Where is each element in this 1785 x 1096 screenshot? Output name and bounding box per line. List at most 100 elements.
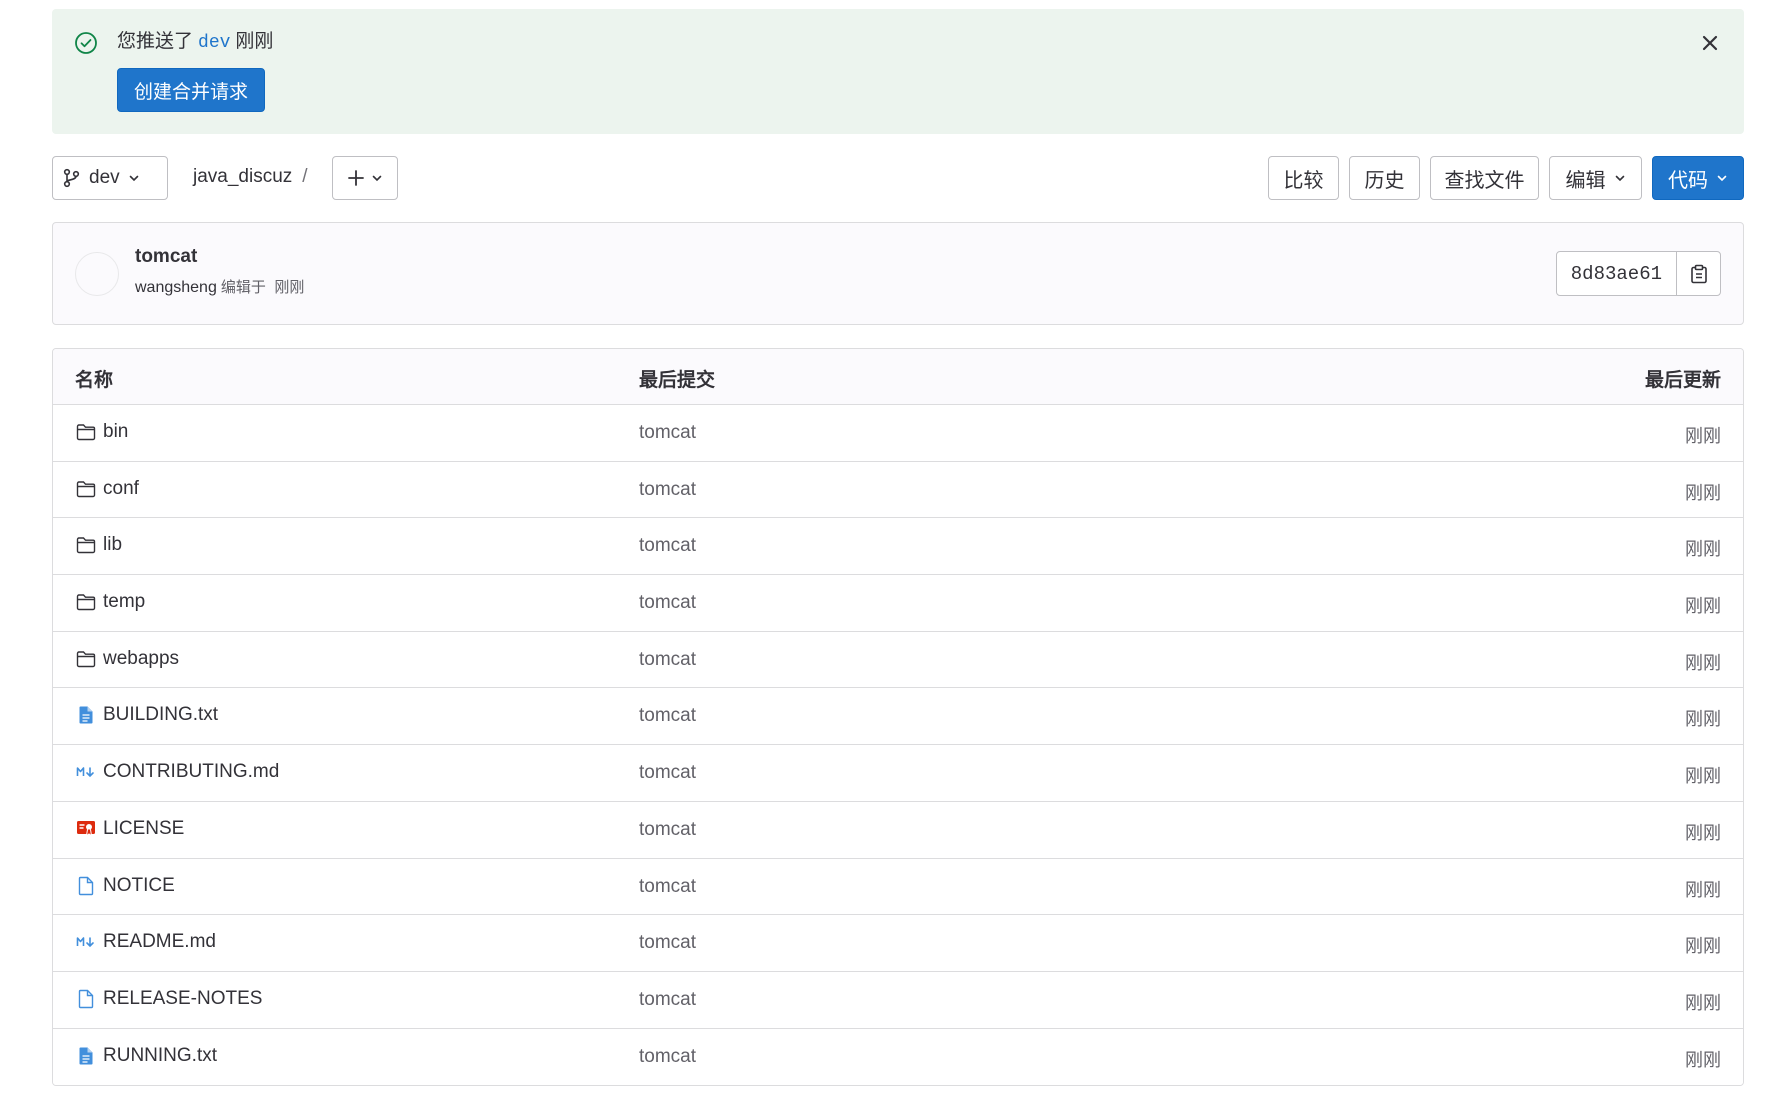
commit-message-link[interactable]: tomcat [639, 592, 696, 614]
header-last-commit: 最后提交 [639, 370, 716, 391]
last-update-time: 刚刚 [1685, 936, 1721, 957]
branch-selector[interactable]: dev [52, 156, 168, 200]
file-name-link[interactable]: RELEASE-NOTES [75, 988, 262, 1010]
last-update-time: 刚刚 [1685, 426, 1721, 446]
file-name-link[interactable]: lib [75, 534, 122, 556]
plus-icon [348, 170, 364, 186]
file-name: LICENSE [103, 817, 185, 839]
file-name: bin [103, 421, 129, 442]
commit-message-link[interactable]: tomcat [639, 705, 696, 727]
folder-icon [75, 421, 97, 443]
table-row[interactable]: README.md tomcat 刚刚 [53, 915, 1743, 972]
copy-clipboard-icon [1690, 264, 1707, 283]
table-row[interactable]: webapps tomcat 刚刚 [53, 631, 1743, 689]
last-update-time: 刚刚 [1685, 879, 1721, 900]
file-name-link[interactable]: LICENSE [75, 818, 184, 840]
chevron-down-icon [129, 175, 138, 182]
commit-message-link[interactable]: tomcat [639, 819, 696, 841]
commit-message-link[interactable]: tomcat [639, 932, 696, 954]
commit-message-link[interactable]: tomcat [639, 422, 696, 444]
push-time: 刚刚 [235, 31, 274, 52]
repo-toolbar: dev java_discuz / 比较 历史 查找文件 编辑 代码 [52, 156, 1744, 201]
table-row[interactable]: RELEASE-NOTES tomcat 刚刚 [53, 971, 1743, 1029]
file-tree-table: 名称 最后提交 最后更新 bin tomcat 刚刚 conf tomcat 刚刚 lib t… [52, 348, 1744, 1087]
copy-sha-button[interactable] [1677, 252, 1720, 295]
add-to-tree-button[interactable] [332, 156, 398, 200]
table-row[interactable]: bin tomcat 刚刚 [53, 405, 1743, 462]
commit-author[interactable]: wangsheng [135, 279, 217, 296]
file-name-link[interactable]: temp [75, 591, 145, 613]
edit-dropdown-button[interactable]: 编辑 [1549, 156, 1642, 200]
history-button[interactable]: 历史 [1349, 156, 1420, 200]
table-row[interactable]: NOTICE tomcat 刚刚 [53, 858, 1743, 916]
check-circle-icon [75, 32, 97, 54]
commit-action: 编辑于 [220, 279, 266, 296]
last-update-time: 刚刚 [1685, 822, 1721, 843]
breadcrumb: java_discuz / [193, 166, 308, 188]
file-name-link[interactable]: BUILDING.txt [75, 704, 218, 726]
file-name-link[interactable]: NOTICE [75, 875, 175, 897]
commit-message-link[interactable]: tomcat [639, 535, 696, 557]
last-update-time: 刚刚 [1685, 1049, 1721, 1070]
table-row[interactable]: CONTRIBUTING.md tomcat 刚刚 [53, 745, 1743, 802]
push-message-prefix: 您推送了 [117, 31, 194, 52]
commit-title[interactable]: tomcat [135, 246, 197, 268]
commit-message-link[interactable]: tomcat [639, 649, 696, 671]
commit-message-link[interactable]: tomcat [639, 762, 696, 784]
last-update-time: 刚刚 [1685, 652, 1721, 673]
table-row[interactable]: lib tomcat 刚刚 [53, 518, 1743, 576]
pushed-branch-link[interactable]: dev [198, 33, 230, 53]
file-name-link[interactable]: RUNNING.txt [75, 1045, 217, 1067]
table-row[interactable]: conf tomcat 刚刚 [53, 461, 1743, 519]
find-file-button[interactable]: 查找文件 [1430, 156, 1539, 200]
file-name: RUNNING.txt [103, 1044, 217, 1066]
folder-icon [75, 534, 97, 556]
branch-icon [63, 168, 80, 188]
file-name-link[interactable]: CONTRIBUTING.md [75, 761, 279, 783]
file-name: BUILDING.txt [103, 704, 219, 726]
table-header: 名称 最后提交 最后更新 [53, 349, 1743, 405]
file-name-link[interactable]: conf [75, 478, 139, 500]
commit-message-link[interactable]: tomcat [639, 479, 696, 501]
file-name: README.md [103, 931, 216, 953]
markdown-icon [75, 761, 97, 783]
commit-meta: wangsheng 编辑于 刚刚 [135, 276, 304, 297]
file-name: webapps [103, 647, 180, 669]
file-name: conf [103, 477, 139, 499]
chevron-down-icon [1717, 175, 1727, 182]
commit-message-link[interactable]: tomcat [639, 1046, 696, 1068]
file-name: temp [103, 591, 146, 613]
file-icon [75, 988, 97, 1010]
file-name-link[interactable]: bin [75, 421, 128, 443]
commit-message-link[interactable]: tomcat [639, 876, 696, 898]
commit-message-link[interactable]: tomcat [639, 989, 696, 1011]
close-icon[interactable] [1698, 31, 1722, 55]
commit-sha[interactable]: 8d83ae61 [1557, 252, 1677, 295]
last-commit-panel: tomcat wangsheng 编辑于 刚刚 8d83ae61 [52, 222, 1744, 325]
compare-button[interactable]: 比较 [1268, 156, 1339, 200]
table-row[interactable]: RUNNING.txt tomcat 刚刚 [53, 1028, 1743, 1086]
push-alert: 您推送了 dev 刚刚 创建合并请求 [52, 9, 1744, 134]
folder-icon [75, 648, 97, 670]
file-icon [75, 875, 97, 897]
folder-icon [75, 478, 97, 500]
file-name: lib [103, 534, 123, 556]
markdown-icon [75, 931, 97, 953]
commit-time: 刚刚 [274, 279, 305, 296]
table-row[interactable]: temp tomcat 刚刚 [53, 575, 1743, 632]
text-file-icon [75, 704, 97, 726]
breadcrumb-project[interactable]: java_discuz [193, 166, 292, 187]
table-row[interactable]: BUILDING.txt tomcat 刚刚 [53, 688, 1743, 746]
file-name-link[interactable]: webapps [75, 648, 179, 670]
avatar[interactable] [75, 252, 119, 296]
breadcrumb-separator: / [302, 166, 308, 187]
file-name-link[interactable]: README.md [75, 931, 216, 953]
file-name: NOTICE [103, 874, 175, 896]
create-merge-request-button[interactable]: 创建合并请求 [117, 68, 266, 112]
table-row[interactable]: LICENSE tomcat 刚刚 [53, 801, 1743, 859]
last-update-time: 刚刚 [1685, 766, 1721, 787]
last-update-time: 刚刚 [1685, 482, 1721, 503]
last-update-time: 刚刚 [1685, 992, 1721, 1013]
file-name: RELEASE-NOTES [103, 987, 263, 1009]
code-dropdown-button[interactable]: 代码 [1652, 156, 1744, 200]
